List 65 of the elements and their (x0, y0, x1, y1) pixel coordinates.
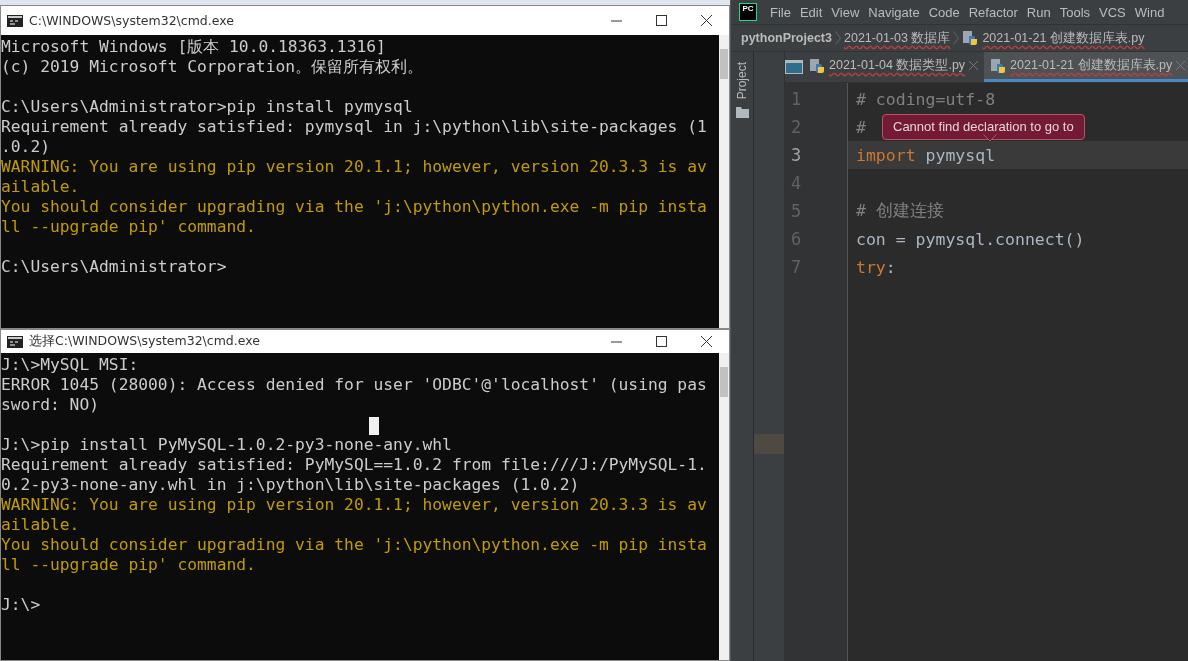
warning-line: ll --upgrade pip' command. (1, 217, 256, 236)
menu-item[interactable]: Navigate (865, 4, 926, 20)
python-file-icon (962, 30, 979, 46)
warning-line: WARNING: You are using pip version 20.1.1; however, version 20.3.3 is av (1, 495, 707, 514)
terminal-line: sword: NO) (1, 395, 100, 414)
warning-line: You should consider upgrading via the 'j:\python\python.exe -m pip insta (1, 535, 707, 554)
terminal-line: J:\>pip install PyMySQL-1.0.2-py3-none-any.whl (1, 435, 452, 454)
maximize-icon[interactable] (656, 336, 667, 347)
breadcrumb-item[interactable]: 2021-01-21 创建数据库表.py (962, 29, 1145, 47)
terminal-line: (c) 2019 Microsoft Corporation。保留所有权利。 (1, 57, 424, 76)
warning-line: WARNING: You are using pip version 20.1.1; however, version 20.3.3 is av (1, 157, 707, 176)
close-icon[interactable] (701, 15, 712, 26)
menu-item[interactable]: VCS (1096, 4, 1132, 20)
menu-item[interactable]: File (767, 4, 797, 20)
window-title: C:\WINDOWS\system32\cmd.exe (29, 13, 235, 28)
python-file-icon (809, 57, 825, 74)
terminal-line: J:\> (1, 595, 41, 614)
project-tool-tab[interactable]: Project (735, 62, 749, 100)
terminal-icon (7, 14, 23, 27)
app-logo: PC (739, 3, 757, 21)
scrollbar[interactable] (719, 35, 729, 328)
menu-item[interactable]: Run (1023, 4, 1057, 20)
terminal-line: Requirement already satisfied: PyMySQL==1.0.2 from file:///J:/PyMySQL-1. (1, 455, 707, 474)
window-title: 选择C:\WINDOWS\system32\cmd.exe (29, 333, 261, 350)
terminal-line: .0.2) (1, 137, 50, 156)
tooltip-pointer-icon (983, 134, 997, 142)
close-icon[interactable] (701, 336, 712, 347)
menu-item[interactable]: Tools (1056, 4, 1097, 20)
menu-item[interactable]: Refactor (965, 4, 1024, 20)
terminal-line: 0.2-py3-none-any.whl in j:\python\lib\site-packages (1.0.2) (1, 475, 580, 494)
terminal-line: ERROR 1045 (28000): Access denied for user 'ODBC'@'localhost' (using pas (1, 375, 707, 394)
line-number: 3 (791, 145, 802, 165)
editor-tab[interactable]: 2021-01-21 创建数据库表.py (984, 52, 1188, 82)
code-line: # 创建连接 (856, 200, 944, 222)
maximize-icon[interactable] (656, 15, 667, 26)
menu-item[interactable]: Edit (796, 4, 829, 20)
code-line: try: (856, 257, 896, 277)
terminal-line: C:\Users\Administrator>pip install pymysql (1, 97, 413, 116)
code-line: # (856, 117, 866, 137)
chevron-right-icon (835, 31, 841, 45)
warning-line: ailable. (1, 515, 80, 534)
scrollbar[interactable] (719, 353, 729, 660)
code-line: con = pymysql.connect() (856, 229, 1085, 249)
warning-line: You should consider upgrading via the 'j:\python\python.exe -m pip insta (1, 197, 707, 216)
error-tooltip: Cannot find declaration to go to (882, 114, 1085, 140)
python-file-icon (990, 57, 1007, 74)
code-line: import pymysql (856, 145, 996, 165)
folder-icon (735, 107, 749, 119)
text-cursor (369, 417, 379, 435)
terminal-line: Microsoft Windows [版本 10.0.18363.1316] (1, 37, 386, 56)
breadcrumb-item[interactable]: 2021-01-03 数据库 (844, 29, 951, 47)
terminal-line: C:\Users\Administrator> (1, 257, 227, 276)
terminal-icon (7, 335, 23, 348)
breadcrumb-item[interactable]: pythonProject3 (741, 31, 832, 45)
window-icon[interactable] (785, 60, 803, 74)
chevron-right-icon (953, 31, 960, 45)
code-line: # coding=utf-8 (856, 89, 996, 109)
terminal-line: J:\>MySQL MSI: (1, 355, 139, 374)
editor-tab[interactable]: 2021-01-04 数据类型.py (803, 52, 985, 82)
terminal-line: Requirement already satisfied: pymysql in j:\python\lib\site-packages (1 (1, 117, 707, 136)
menu-item[interactable]: Code (925, 4, 966, 20)
warning-line: ll --upgrade pip' command. (1, 555, 256, 574)
menu-item[interactable]: View (828, 4, 866, 20)
menu-item[interactable]: Wind (1131, 4, 1171, 20)
warning-line: ailable. (1, 177, 80, 196)
